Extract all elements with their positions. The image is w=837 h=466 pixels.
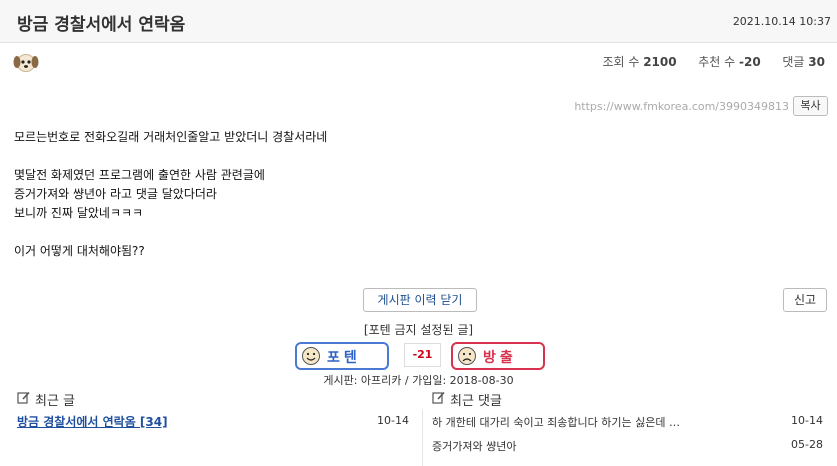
comments-label: 댓글 <box>782 55 805 69</box>
downvote-button[interactable]: 방출 <box>451 342 545 370</box>
content-line: 보니까 진짜 달았네ㅋㅋㅋ <box>14 206 144 220</box>
column-divider <box>422 410 423 466</box>
report-button[interactable]: 신고 <box>783 288 827 312</box>
content-line: 이거 어떻게 대처해야됨?? <box>14 244 145 258</box>
content-line: 몇달전 화제였던 프로그램에 출연한 사람 관련글에 <box>14 168 265 182</box>
recent-comment-link[interactable]: 하 개한테 대가리 숙이고 죄송합니다 하기는 싫은데 … <box>432 414 762 430</box>
post-title: 방금 경찰서에서 연락옴 <box>17 15 186 35</box>
author-avatar-icon[interactable] <box>13 52 39 74</box>
content-line: 모르는번호로 전화오길래 거래처인줄알고 받았더니 경찰서라네 <box>14 130 328 144</box>
post-stats: 조회 수 2100 추천 수 -20 댓글 30 <box>602 53 825 70</box>
recent-post-date: 10-14 <box>377 414 409 427</box>
recent-comment-date: 10-14 <box>791 414 823 427</box>
views-count: 2100 <box>643 55 677 69</box>
board-info: 게시판: 아프리카 / 가입일: 2018-08-30 <box>323 374 514 387</box>
upvote-button[interactable]: 포텐 <box>295 342 389 370</box>
post-datetime: 2021.10.14 10:37 <box>732 15 831 28</box>
views-label: 조회 수 <box>602 55 640 69</box>
content-line: 증거가져와 썅년아 라고 댓글 달았다더라 <box>14 187 217 201</box>
recommend-count: -20 <box>739 55 761 69</box>
happy-face-icon <box>301 346 321 370</box>
recent-comments-heading: 최근 댓글 <box>432 390 502 409</box>
recent-post-link[interactable]: 방금 경찰서에서 연락옴 [34] <box>17 413 168 430</box>
recent-posts-title: 최근 글 <box>35 394 76 409</box>
edit-icon <box>17 391 30 408</box>
recent-comment-link[interactable]: 증거가져와 썅년아 <box>432 438 762 454</box>
sad-face-icon <box>457 346 477 370</box>
comments-count: 30 <box>808 55 825 69</box>
post-url[interactable]: https://www.fmkorea.com/3990349813 <box>574 100 789 113</box>
downvote-label: 방출 <box>483 350 517 366</box>
recent-comments-title: 최근 댓글 <box>450 394 502 409</box>
copy-url-button[interactable]: 복사 <box>793 96 828 116</box>
potent-disabled-note: [포텐 금지 설정된 글] <box>363 323 474 337</box>
vote-count: -21 <box>404 343 441 367</box>
edit-icon <box>432 391 445 408</box>
recent-comment-date: 05-28 <box>791 438 823 451</box>
upvote-label: 포텐 <box>327 350 361 366</box>
recent-posts-heading: 최근 글 <box>17 390 75 409</box>
recommend-label: 추천 수 <box>698 55 736 69</box>
board-history-button[interactable]: 게시판 이력 닫기 <box>363 288 477 312</box>
content-line <box>14 223 714 242</box>
content-line <box>14 147 714 166</box>
post-content: 모르는번호로 전화오길래 거래처인줄알고 받았더니 경찰서라네 몇달전 화제였던… <box>14 128 714 261</box>
